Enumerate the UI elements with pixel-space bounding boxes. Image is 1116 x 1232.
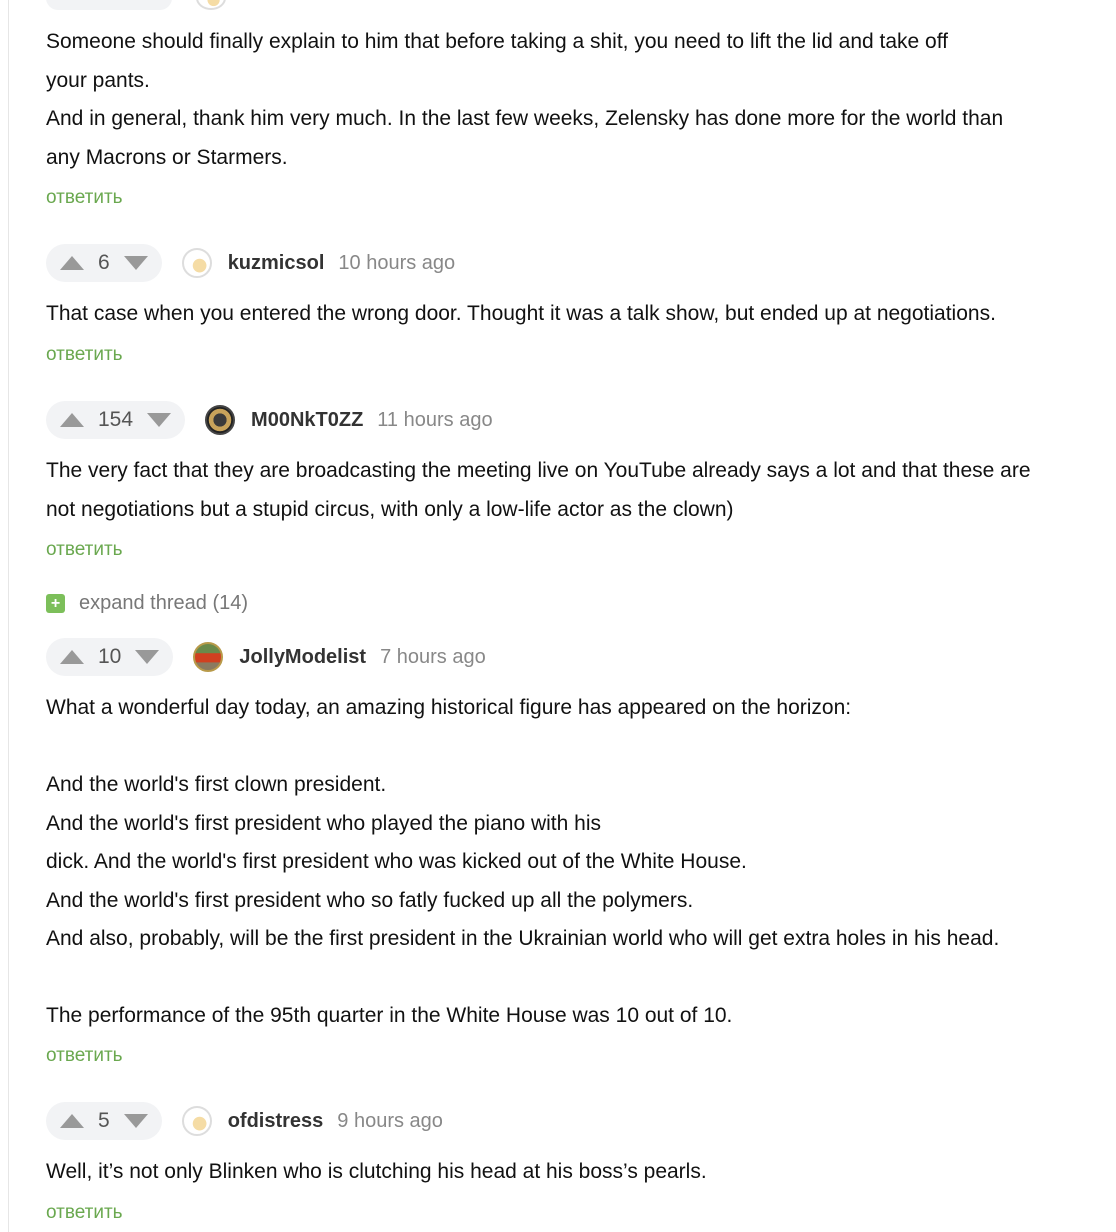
timestamp[interactable]: 10 hours ago [338, 252, 455, 275]
upvote-icon[interactable] [60, 1114, 84, 1128]
vote-score: 5 [98, 1109, 110, 1132]
vote-widget-clipped [46, 0, 172, 10]
username[interactable]: ofdistress [228, 1110, 324, 1133]
comment-header: 5 ofdistress 9 hours ago [46, 1102, 443, 1140]
comment-body: The very fact that they are broadcasting… [46, 459, 1031, 521]
comment-body: What a wonderful day today, an amazing h… [46, 696, 1000, 1027]
vote-widget: 154 [46, 401, 186, 439]
vote-widget: 6 [46, 244, 162, 282]
expand-thread-button[interactable]: + expand thread (14) [46, 592, 248, 615]
thread-line [8, 0, 9, 1232]
vote-score: 6 [98, 251, 110, 274]
vote-widget: 5 [46, 1102, 162, 1140]
vote-widget: 10 [46, 638, 174, 676]
downvote-icon[interactable] [135, 650, 160, 664]
avatar[interactable] [193, 642, 224, 672]
reply-link[interactable]: ответить [46, 1045, 123, 1067]
timestamp[interactable]: 9 hours ago [337, 1110, 443, 1133]
vote-score: 154 [98, 408, 134, 431]
downvote-icon[interactable] [123, 256, 148, 270]
comment-2: The very fact that they are broadcasting… [46, 452, 1096, 529]
comment-body: Well, it’s not only Blinken who is clutc… [46, 1160, 707, 1183]
vote-score: 10 [98, 645, 122, 668]
downvote-icon[interactable] [123, 1114, 148, 1128]
comment-0: Someone should finally explain to him th… [46, 23, 1096, 177]
plus-icon: + [46, 594, 65, 613]
avatar[interactable] [181, 1106, 212, 1136]
expand-thread-label: expand thread (14) [79, 592, 249, 614]
reply-link[interactable]: ответить [46, 539, 123, 561]
comment-header: 154 M00NkT0ZZ 11 hours ago [46, 401, 493, 439]
comment-header: 6 kuzmicsol 10 hours ago [46, 244, 455, 282]
timestamp[interactable]: 7 hours ago [380, 646, 486, 669]
avatar-clipped [196, 0, 226, 10]
username[interactable]: kuzmicsol [228, 252, 325, 275]
upvote-icon[interactable] [60, 650, 84, 664]
reply-link[interactable]: ответить [46, 344, 123, 366]
timestamp[interactable]: 11 hours ago [377, 409, 492, 432]
comment-body: That case when you entered the wrong doo… [46, 302, 996, 325]
username[interactable]: M00NkT0ZZ [251, 409, 363, 432]
comment-body: Someone should finally explain to him th… [46, 30, 1004, 169]
avatar[interactable] [181, 248, 212, 278]
upvote-icon[interactable] [60, 413, 84, 427]
comment-3: What a wonderful day today, an amazing h… [46, 689, 1096, 1036]
downvote-icon[interactable] [147, 413, 172, 427]
reply-link[interactable]: ответить [46, 187, 123, 209]
comment-header: 10 JollyModelist 7 hours ago [46, 638, 486, 676]
comment-4: Well, it’s not only Blinken who is clutc… [46, 1153, 1096, 1192]
comment-1: That case when you entered the wrong doo… [46, 295, 1096, 334]
username[interactable]: JollyModelist [239, 646, 366, 669]
upvote-icon[interactable] [60, 256, 84, 270]
reply-link[interactable]: ответить [46, 1202, 123, 1224]
avatar[interactable] [205, 405, 236, 435]
